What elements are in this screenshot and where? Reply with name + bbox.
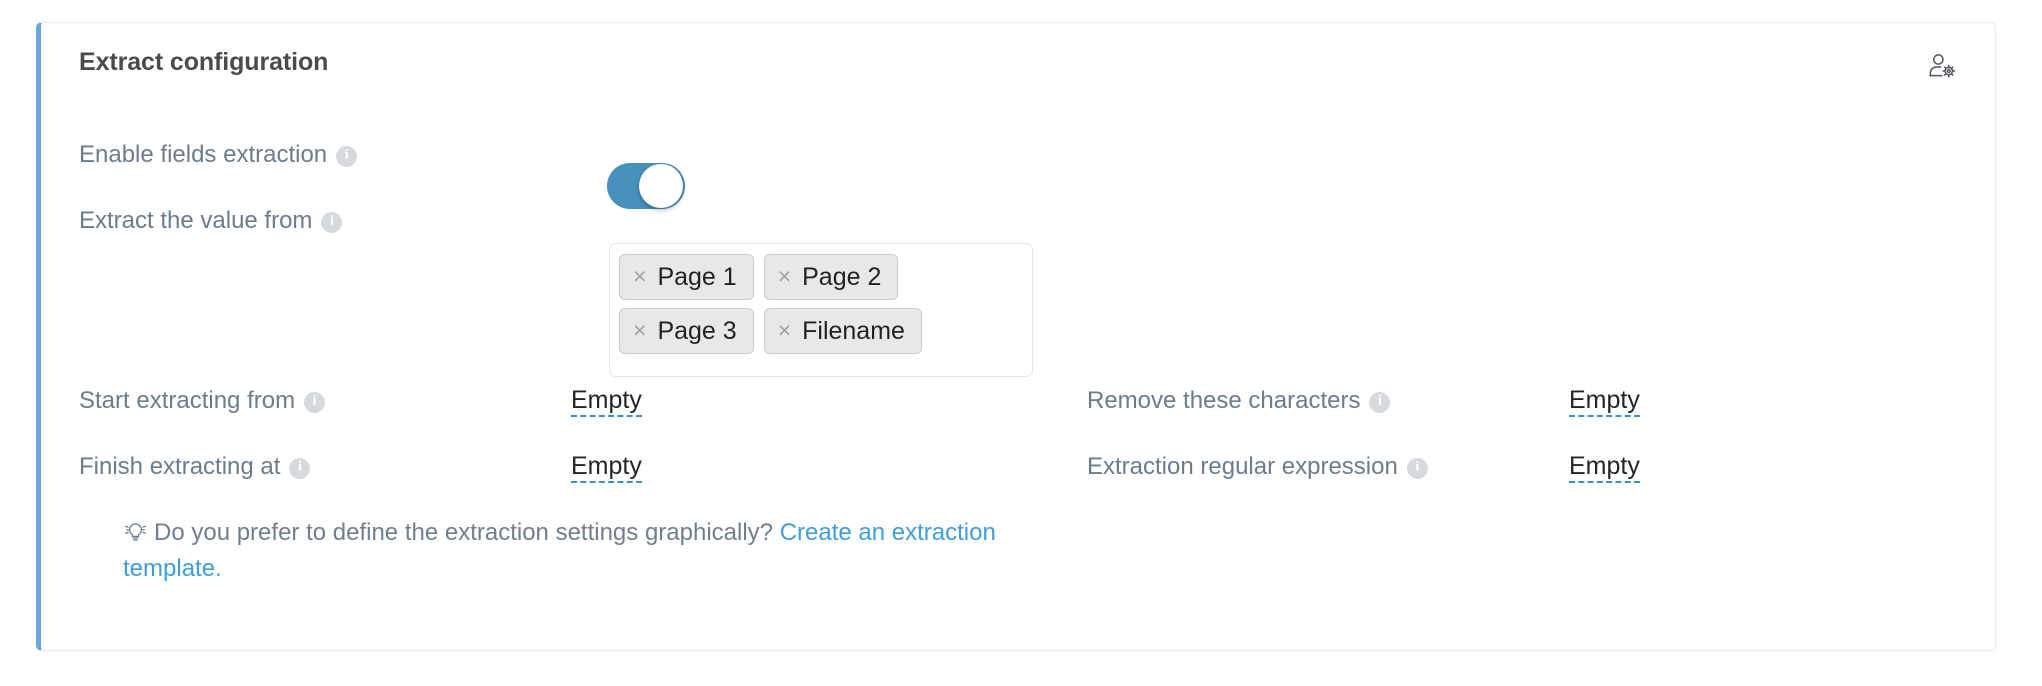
tag-chip[interactable]: × Page 3 [619,308,754,354]
label-finish-extracting-at: Finish extracting at i [79,453,311,481]
tag-chip[interactable]: × Page 1 [619,254,754,300]
remove-these-characters-value[interactable]: Empty [1569,387,1640,418]
tag-chip[interactable]: × Page 2 [763,254,899,300]
info-icon-remove-these-characters[interactable]: i [1369,391,1391,413]
extract-configuration-screen: Extract configuration Enable fields extr… [0,0,2042,686]
label-start-extracting-from: Start extracting from i [79,387,326,415]
hint-text: Do you prefer to define the extraction s… [154,519,780,546]
page-title: Extract configuration [79,48,329,76]
remove-tag-icon[interactable]: × [778,264,791,288]
info-icon-start-extracting-from[interactable]: i [304,391,326,413]
extract-value-from-multiselect[interactable]: × Page 1 × Page 2 × Page 3 × Filename [609,243,1033,377]
extraction-regular-expression-value[interactable]: Empty [1569,453,1640,484]
label-text: Extraction regular expression [1087,453,1398,480]
extract-configuration-card: Extract configuration Enable fields extr… [36,22,1996,651]
tag-label: Filename [802,316,905,345]
label-text: Finish extracting at [79,453,281,480]
tag-chip[interactable]: × Filename [763,308,922,354]
toggle-knob [639,164,683,208]
info-icon-extraction-regular-expression[interactable]: i [1406,457,1428,479]
graphical-template-hint: Do you prefer to define the extraction s… [123,517,1053,586]
info-icon-enable-fields-extraction[interactable]: i [336,145,358,167]
info-icon-finish-extracting-at[interactable]: i [289,457,311,479]
tag-label: Page 3 [657,316,737,345]
remove-tag-icon[interactable]: × [633,318,646,342]
label-text: Remove these characters [1087,387,1361,414]
lightbulb-icon [123,519,148,553]
start-extracting-from-value[interactable]: Empty [571,387,642,418]
label-enable-fields-extraction: Enable fields extraction i [79,141,358,169]
label-extraction-regular-expression: Extraction regular expression i [1087,453,1428,481]
user-gear-icon[interactable] [1923,47,1963,87]
label-extract-value-from: Extract the value from i [79,207,343,235]
label-remove-these-characters: Remove these characters i [1087,387,1391,415]
toggle-enable-fields-extraction[interactable] [607,163,685,209]
label-text: Extract the value from [79,207,313,234]
tag-label: Page 1 [657,262,737,291]
remove-tag-icon[interactable]: × [778,318,791,342]
remove-tag-icon[interactable]: × [633,264,646,288]
label-text: Start extracting from [79,387,296,414]
label-text: Enable fields extraction [79,141,328,168]
finish-extracting-at-value[interactable]: Empty [571,453,642,484]
info-icon-extract-value-from[interactable]: i [321,211,343,233]
tag-label: Page 2 [802,262,882,291]
